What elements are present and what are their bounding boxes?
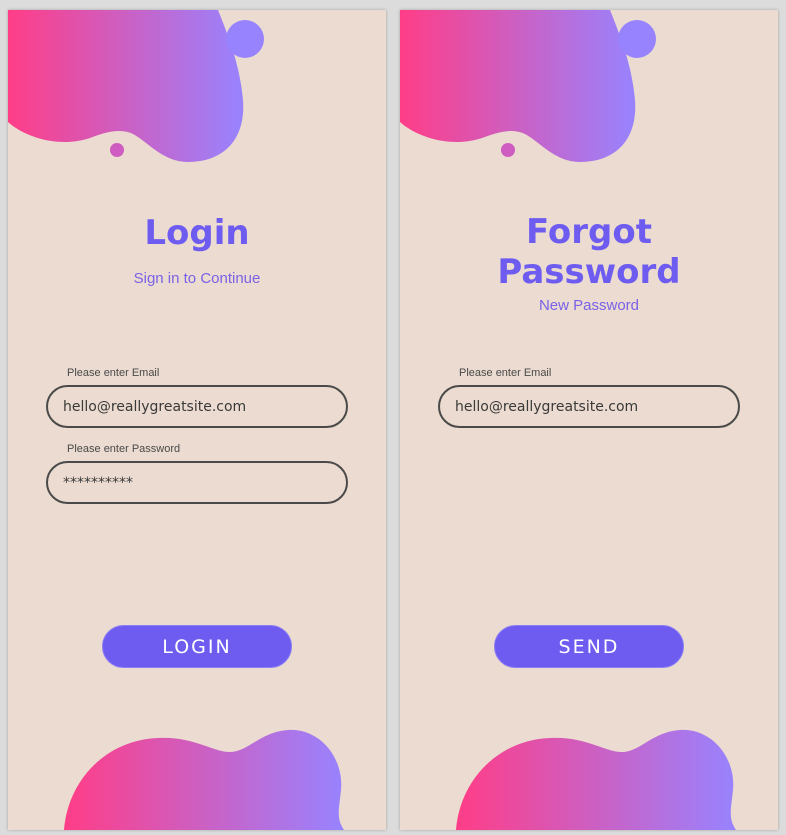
- password-value: **********: [63, 474, 133, 491]
- page-title-line1: Forgot: [526, 212, 652, 252]
- small-pink-dot: [110, 143, 124, 157]
- login-button[interactable]: LOGIN: [102, 625, 292, 668]
- email-field[interactable]: hello@reallygreatsite.com: [46, 385, 348, 428]
- email-field[interactable]: hello@reallygreatsite.com: [438, 385, 740, 428]
- top-right-dot: [618, 20, 656, 58]
- email-label: Please enter Email: [459, 367, 552, 379]
- bottom-blob: [456, 729, 736, 830]
- page-subtitle: Sign in to Continue: [133, 270, 261, 287]
- password-field[interactable]: **********: [46, 461, 348, 504]
- small-pink-dot: [501, 143, 515, 157]
- send-button[interactable]: SEND: [494, 625, 684, 668]
- forgot-password-screen: Forgot Password New Password Please ente…: [400, 10, 778, 830]
- password-label: Please enter Password: [67, 443, 181, 455]
- page-title-line2: Password: [497, 252, 681, 292]
- email-value: hello@reallygreatsite.com: [63, 398, 247, 415]
- top-blob: [400, 10, 636, 162]
- login-screen: Login Sign in to Continue Please enter E…: [8, 10, 386, 830]
- page-title: Login: [144, 213, 250, 253]
- email-label: Please enter Email: [67, 367, 160, 379]
- top-blob: [8, 10, 244, 162]
- bottom-blob: [64, 729, 344, 830]
- top-right-dot: [226, 20, 264, 58]
- page-subtitle: New Password: [538, 297, 640, 314]
- page-title: Forgot Password: [400, 212, 778, 292]
- email-value: hello@reallygreatsite.com: [455, 398, 639, 415]
